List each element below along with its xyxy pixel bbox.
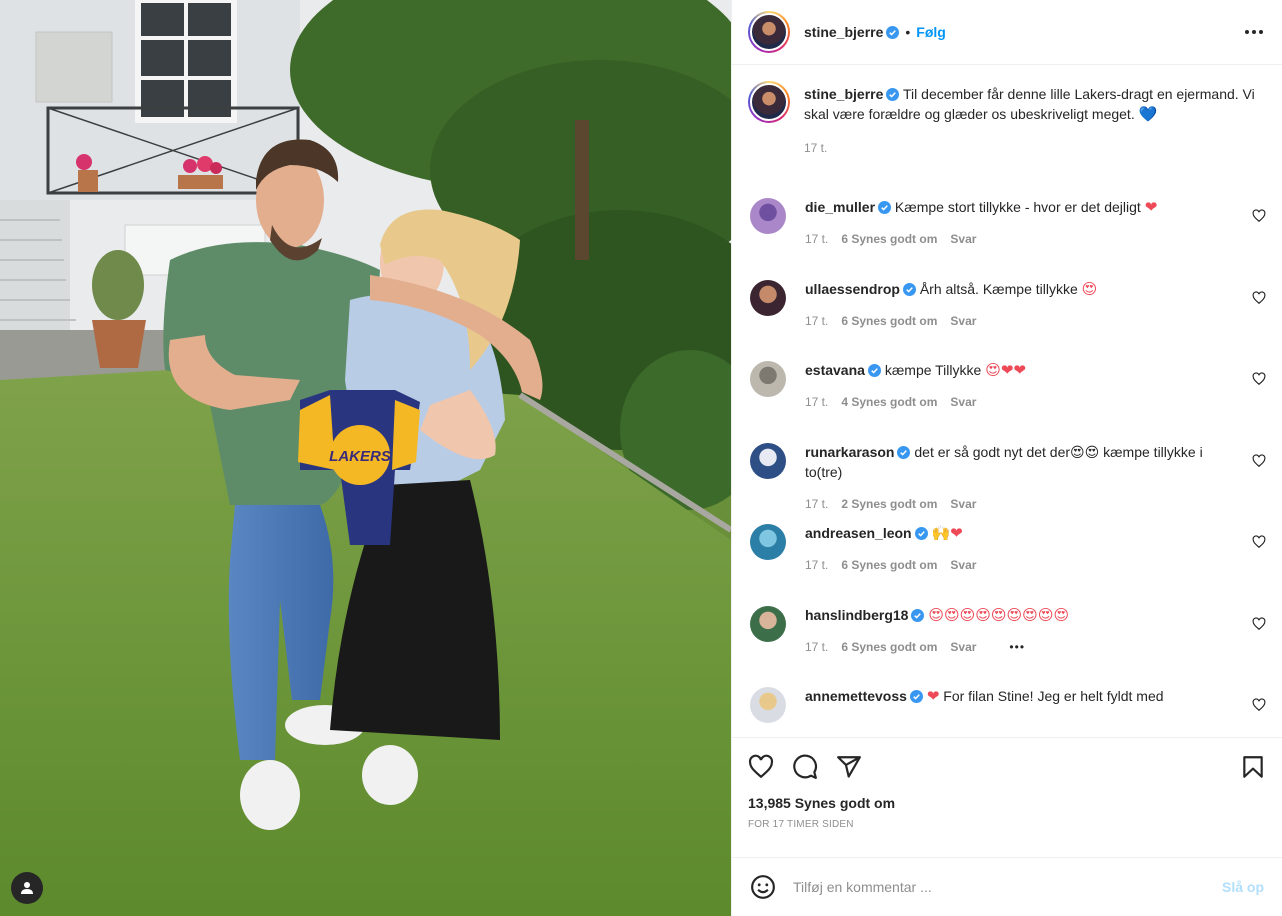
comment-like-icon[interactable] xyxy=(1252,535,1266,549)
caption-emoji: 💙 xyxy=(1138,105,1158,123)
comment-time[interactable]: 17 t. xyxy=(805,392,828,412)
verified-icon xyxy=(902,282,916,296)
comment-emoji: ❤ xyxy=(1144,198,1158,216)
comment-likes[interactable]: 6 Synes godt om xyxy=(841,555,937,575)
photo-scene: LAKERS xyxy=(0,0,731,916)
comment-emoji: ❤ xyxy=(926,687,940,705)
comment-row: ullaessendrop Årh altså. Kæmpe tillykke … xyxy=(732,279,1282,361)
commenter-username[interactable]: annemettevoss xyxy=(805,688,907,704)
comment-row: hanslindberg18 😍😍😍😍😍😍😍😍😍 17 t. 6 Synes g… xyxy=(732,605,1282,687)
comment-row: andreasen_leon 🙌❤ 17 t. 6 Synes godt om … xyxy=(732,523,1282,605)
commenter-avatar[interactable] xyxy=(750,198,786,234)
caption-time[interactable]: 17 t. xyxy=(804,138,1266,158)
follow-button[interactable]: Følg xyxy=(916,24,946,40)
commenter-username[interactable]: runarkarason xyxy=(805,444,894,460)
verified-icon xyxy=(914,527,928,540)
comment-time[interactable]: 17 t. xyxy=(805,311,828,331)
caption-avatar[interactable] xyxy=(748,81,790,123)
verified-icon xyxy=(886,25,900,39)
comment-like-icon[interactable] xyxy=(1252,453,1266,468)
comment-likes[interactable]: 6 Synes godt om xyxy=(841,311,937,331)
commenter-username[interactable]: ullaessendrop xyxy=(805,281,900,297)
author-username[interactable]: stine_bjerre xyxy=(804,24,883,40)
commenter-username[interactable]: die_muller xyxy=(805,199,875,215)
comment-time[interactable]: 17 t. xyxy=(805,555,828,575)
commenter-avatar[interactable] xyxy=(750,279,786,316)
author-avatar[interactable] xyxy=(748,11,790,53)
comment-likes[interactable]: 2 Synes godt om xyxy=(841,494,937,514)
comment-like-icon[interactable] xyxy=(1252,372,1266,386)
commenter-username[interactable]: hanslindberg18 xyxy=(805,607,908,623)
verified-icon xyxy=(909,690,923,703)
comment-likes[interactable]: 4 Synes godt om xyxy=(841,392,937,412)
comment-row: runarkarason det er så godt nyt det der😍… xyxy=(732,442,1282,524)
comment-likes[interactable]: 6 Synes godt om xyxy=(841,637,937,657)
verified-icon xyxy=(878,201,892,214)
comment-emoji: 🙌❤ xyxy=(931,524,963,542)
share-icon[interactable] xyxy=(836,754,862,780)
likes-count[interactable]: 13,985 Synes godt om xyxy=(748,795,1266,811)
post-comment-button[interactable]: Slå op xyxy=(1222,879,1264,895)
comments-list[interactable]: stine_bjerre Til december får denne lill… xyxy=(732,65,1282,737)
commenter-avatar[interactable] xyxy=(750,442,786,479)
comment-like-icon[interactable] xyxy=(1252,616,1266,631)
caption-username[interactable]: stine_bjerre xyxy=(804,86,883,102)
heart-icon[interactable] xyxy=(748,754,774,780)
comment-time[interactable]: 17 t. xyxy=(805,637,828,657)
verified-icon xyxy=(911,608,925,622)
comment-row: die_muller Kæmpe stort tillykke - hvor e… xyxy=(732,197,1282,279)
comment-likes[interactable]: 6 Synes godt om xyxy=(841,229,937,249)
reply-button[interactable]: Svar xyxy=(950,637,976,657)
comment-emoji: 😍 xyxy=(1081,279,1098,298)
post-time[interactable]: FOR 17 TIMER SIDEN xyxy=(748,819,1266,830)
bookmark-icon[interactable] xyxy=(1240,754,1266,780)
comment-text: For filan Stine! Jeg er helt fyldt med xyxy=(943,688,1164,704)
header-separator: • xyxy=(905,24,911,40)
post-sidebar: stine_bjerre • Følg stine_bjerre Til dec… xyxy=(731,0,1282,916)
emoji-icon[interactable] xyxy=(750,874,776,900)
reply-button[interactable]: Svar xyxy=(950,311,976,331)
reply-button[interactable]: Svar xyxy=(950,494,976,514)
more-options-button[interactable] xyxy=(1242,20,1266,44)
comment-like-icon[interactable] xyxy=(1252,290,1266,305)
verified-icon xyxy=(897,445,911,459)
verified-icon xyxy=(867,364,881,377)
add-comment-bar: Slå op xyxy=(732,857,1282,916)
user-tag-icon xyxy=(21,882,33,894)
user-tag-button[interactable] xyxy=(11,872,43,904)
post-photo[interactable]: LAKERS xyxy=(0,0,731,916)
post-caption: stine_bjerre Til december får denne lill… xyxy=(732,65,1282,197)
comment-row: estavana kæmpe Tillykke 😍❤❤ 17 t. 4 Syne… xyxy=(732,360,1282,442)
verified-icon xyxy=(886,88,900,101)
reply-button[interactable]: Svar xyxy=(950,229,976,249)
comment-icon[interactable] xyxy=(792,754,818,780)
comment-input[interactable] xyxy=(793,879,1222,895)
commenter-username[interactable]: andreasen_leon xyxy=(805,525,912,541)
reply-button[interactable]: Svar xyxy=(950,555,976,575)
comment-time[interactable]: 17 t. xyxy=(805,494,828,514)
comment-text: kæmpe Tillykke xyxy=(884,362,982,378)
comment-emoji: 😍❤❤ xyxy=(985,361,1026,379)
post-header: stine_bjerre • Følg xyxy=(732,0,1282,65)
commenter-username[interactable]: estavana xyxy=(805,362,865,378)
comment-like-icon[interactable] xyxy=(1252,698,1266,712)
commenter-avatar[interactable] xyxy=(750,361,786,397)
comment-text: Kæmpe stort tillykke - hvor er det dejli… xyxy=(894,199,1141,215)
commenter-avatar[interactable] xyxy=(750,687,786,723)
post-viewer: LAKERS stine_bjerre • Følg stine_bjerre … xyxy=(0,0,1282,916)
reply-button[interactable]: Svar xyxy=(950,392,976,412)
comment-time[interactable]: 17 t. xyxy=(805,229,828,249)
comment-row: annemettevoss ❤ For filan Stine! Jeg er … xyxy=(732,686,1282,737)
comment-emoji: 😍😍😍😍😍😍😍😍😍 xyxy=(928,605,1070,624)
comment-text: Årh altså. Kæmpe tillykke xyxy=(919,280,1078,297)
comment-more-button[interactable]: ••• xyxy=(1009,637,1025,657)
comment-like-icon[interactable] xyxy=(1252,209,1266,223)
jersey-text: LAKERS xyxy=(329,448,391,465)
post-actions: 13,985 Synes godt om FOR 17 TIMER SIDEN xyxy=(732,737,1282,857)
more-horizontal-icon xyxy=(1245,30,1263,34)
commenter-avatar[interactable] xyxy=(750,524,786,560)
commenter-avatar[interactable] xyxy=(750,605,786,642)
